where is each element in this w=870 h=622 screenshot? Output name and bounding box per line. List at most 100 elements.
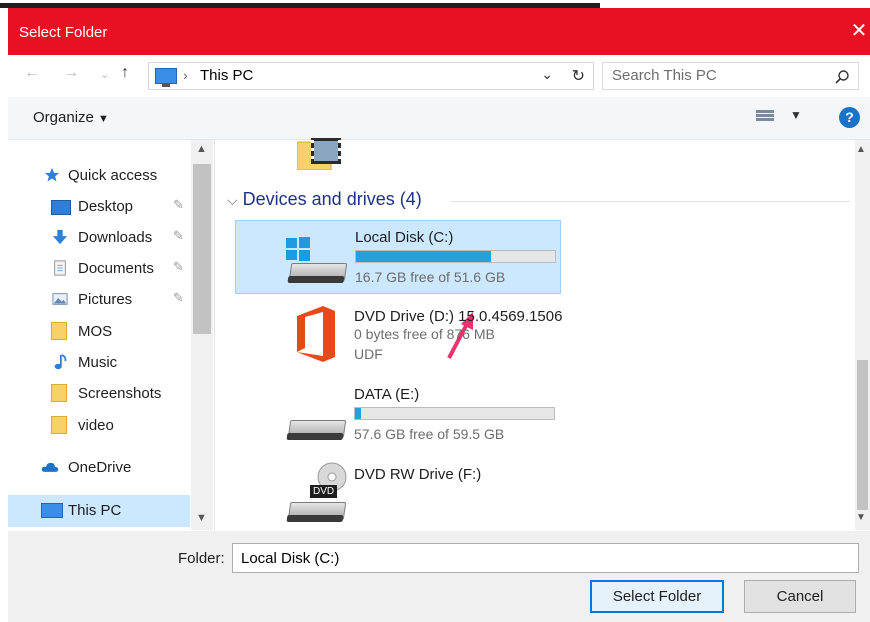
pin-icon[interactable]: ✎ [173,228,184,244]
drive-item-data-e[interactable]: DATA (E:) 57.6 GB free of 59.5 GB [235,378,561,452]
view-options-icon[interactable] [756,109,774,125]
documents-icon [54,260,66,276]
sidebar-label: Music [78,354,118,371]
folder-icon [51,322,67,340]
drive-free-space: 0 bytes free of 876 MB [354,326,495,342]
scroll-up-icon[interactable]: ▲ [856,144,866,155]
pin-icon[interactable]: ✎ [173,290,184,306]
drive-name: Local Disk (C:) [355,229,454,246]
organize-label: Organize [33,109,94,126]
drive-item-local-disk-c[interactable]: Local Disk (C:) 16.7 GB free of 51.6 GB [235,220,561,294]
video-folder-icon[interactable] [297,138,343,170]
refresh-icon[interactable]: ↻ [572,66,585,86]
download-icon [52,229,68,245]
cancel-button[interactable]: Cancel [744,580,856,613]
drive-item-dvd-d[interactable]: DVD Drive (D:) 15.0.4569.1506 0 bytes fr… [235,300,563,374]
hard-drive-icon [288,263,348,281]
close-icon[interactable]: ✕ [848,20,870,42]
pin-icon[interactable]: ✎ [173,197,184,213]
star-icon [44,167,60,182]
pictures-icon [52,293,68,305]
sidebar-label: Desktop [78,198,134,215]
address-dropdown-icon[interactable]: ⌄ [541,66,553,83]
office-logo-icon [297,306,335,362]
windows-logo-icon [286,237,310,261]
sidebar-scroll-thumb[interactable] [193,164,211,334]
sidebar-label: Pictures [78,291,133,308]
folder-icon [51,416,67,434]
computer-icon [41,503,63,518]
group-title: Devices and drives (4) [242,189,422,209]
search-input[interactable]: Search This PC [602,62,859,90]
sidebar-item-this-pc[interactable]: This PC [8,495,190,527]
folder-icon [51,384,67,402]
navigation-bar: ← → ⌄ ↑ › This PC ⌄ ↻ Search This PC [8,55,870,97]
caret-down-icon: ▼ [98,113,109,125]
drive-usage-bar [355,250,556,263]
help-icon[interactable]: ? [839,107,860,128]
scroll-up-icon[interactable]: ▲ [196,143,207,155]
sidebar-item-documents[interactable]: Documents ✎ [8,255,190,283]
sidebar-label: Downloads [78,229,153,246]
sidebar-label: This PC [68,502,122,519]
scroll-down-icon[interactable]: ▼ [856,512,866,523]
scroll-down-icon[interactable]: ▼ [196,512,207,524]
sidebar-item-downloads[interactable]: Downloads ✎ [8,224,190,252]
group-header[interactable]: ⌵ Devices and drives (4) [227,189,422,210]
desktop-icon [51,200,71,215]
drive-usage-fill [356,251,492,262]
back-arrow-icon[interactable]: ← [24,64,40,82]
forward-arrow-icon[interactable]: → [63,64,79,82]
drive-filesystem: UDF [354,346,383,362]
view-dropdown-icon[interactable]: ▼ [790,108,802,122]
content-scrollbar[interactable]: ▲ ▼ [855,140,870,530]
title-bar: Select Folder ✕ [8,8,870,55]
recent-locations-icon[interactable]: ⌄ [100,68,109,81]
organize-menu[interactable]: Organize ▼ [33,109,109,126]
drive-usage-fill [355,408,361,419]
search-icon[interactable] [834,69,850,85]
sidebar-label: video [78,417,114,434]
sidebar-label: Screenshots [78,385,162,402]
drive-name: DVD RW Drive (F:) [354,466,482,483]
breadcrumb-this-pc[interactable]: This PC [200,67,253,84]
sidebar-item-onedrive[interactable]: OneDrive [8,454,190,482]
drive-item-dvd-rw-f[interactable]: DVD DVD RW Drive (F:) [235,458,561,532]
group-divider [450,201,850,202]
sidebar-item-video[interactable]: video [8,412,190,440]
hard-drive-icon [287,420,347,438]
drive-name: DVD Drive (D:) 15.0.4569.1506 [354,308,563,325]
cloud-icon [41,462,59,472]
drive-free-space: 57.6 GB free of 59.5 GB [354,426,505,442]
dialog-footer: Folder: Select Folder Cancel [8,531,870,622]
computer-icon [155,68,177,87]
drive-free-space: 16.7 GB free of 51.6 GB [355,269,506,285]
sidebar-item-desktop[interactable]: Desktop ✎ [8,193,190,221]
pin-icon[interactable]: ✎ [173,259,184,275]
folder-label: Folder: [178,550,225,567]
sidebar-scrollbar[interactable]: ▲ ▼ [191,140,213,530]
drive-usage-bar [354,407,555,420]
search-placeholder: Search This PC [612,67,717,84]
breadcrumb-separator-icon: › [183,67,188,83]
dvd-badge: DVD [310,485,338,498]
sidebar-item-quick-access[interactable]: Quick access [8,162,190,190]
music-icon [54,354,67,370]
sidebar-label: Quick access [68,167,158,184]
navigation-pane: Quick access Desktop ✎ Downloads ✎ Docum… [8,140,215,530]
sidebar-item-music[interactable]: Music [8,349,190,377]
sidebar-item-pictures[interactable]: Pictures ✎ [8,286,190,314]
content-scroll-thumb[interactable] [857,360,868,510]
drive-name: DATA (E:) [354,386,420,403]
sidebar-item-mos[interactable]: MOS [8,318,190,346]
window-title: Select Folder [19,24,108,41]
folder-name-input[interactable] [232,543,859,573]
select-folder-button[interactable]: Select Folder [590,580,724,613]
up-arrow-icon[interactable]: ↑ [121,64,129,82]
command-bar: Organize ▼ ▼ ? [8,97,870,140]
address-bar[interactable]: › This PC ⌄ ↻ [148,62,594,90]
sidebar-label: Documents [78,260,154,277]
chevron-down-icon: ⌵ [227,192,238,208]
sidebar-item-screenshots[interactable]: Screenshots [8,380,190,408]
top-edge-strip [0,0,870,8]
